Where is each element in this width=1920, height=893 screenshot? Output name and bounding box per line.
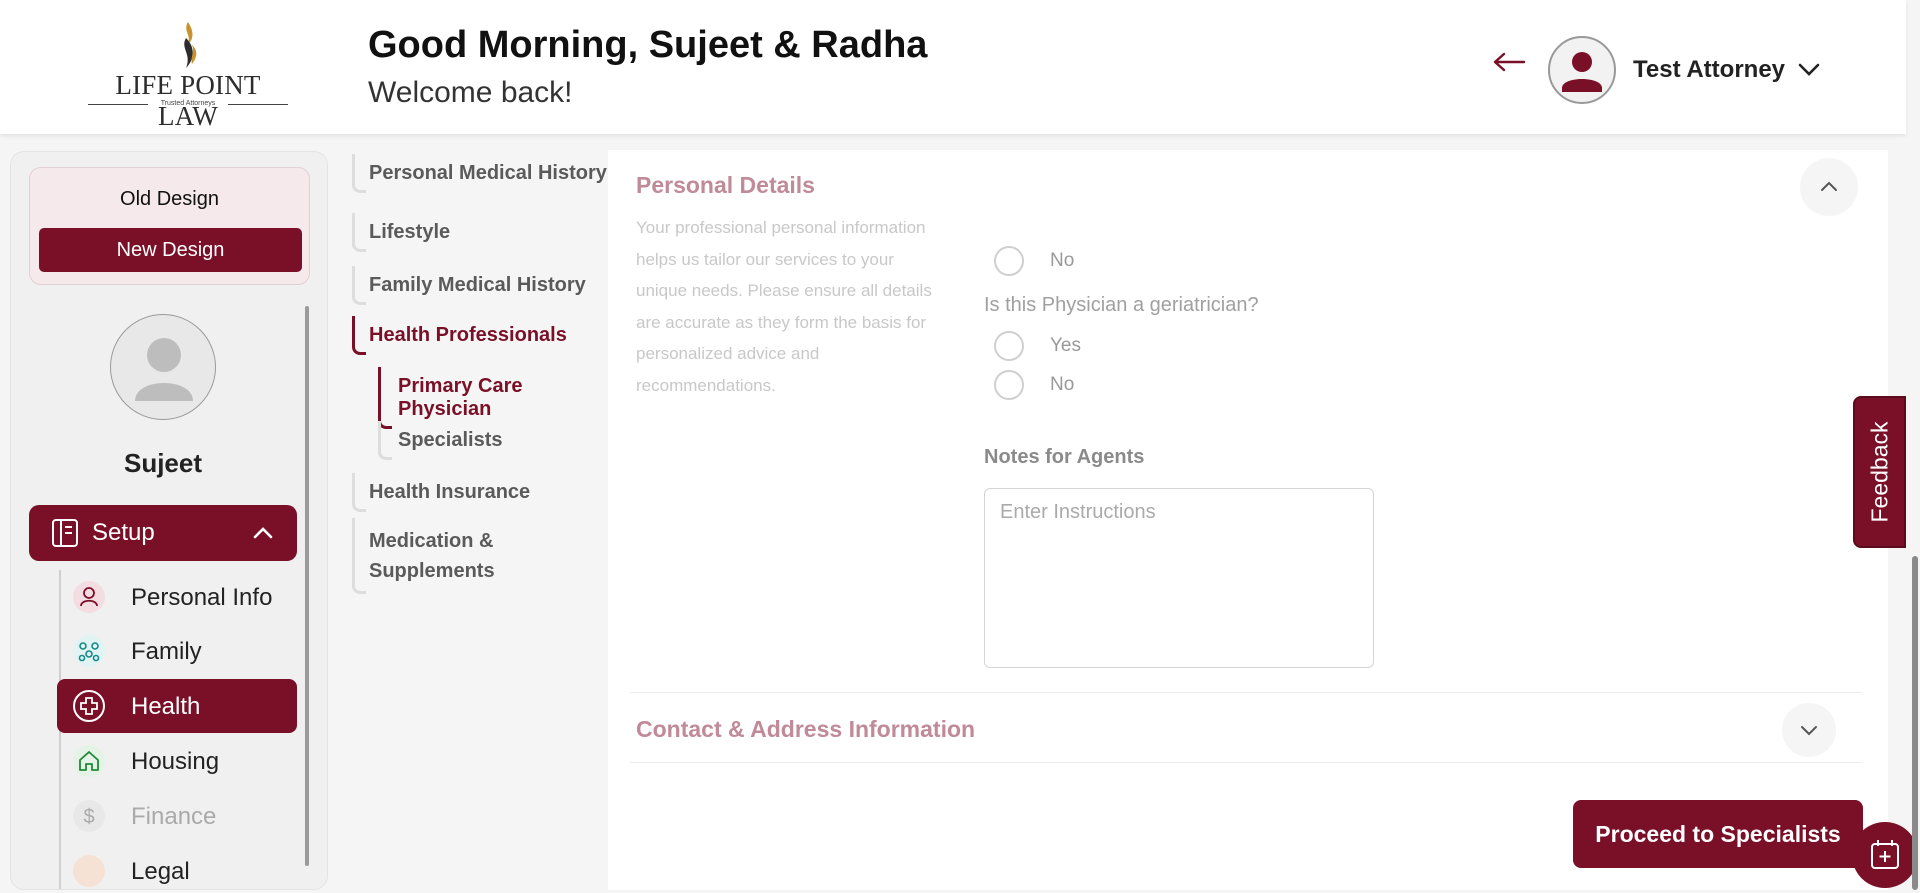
section-medication-supplements[interactable]: Medication & Supplements [348, 518, 495, 594]
logo-flame-icon [184, 22, 197, 68]
contact-address-title[interactable]: Contact & Address Information [636, 716, 975, 743]
person-icon [73, 581, 105, 613]
radio-label: Yes [1050, 335, 1081, 356]
back-arrow-icon[interactable] [1492, 50, 1526, 74]
nav-tree-connector [378, 421, 392, 460]
section-health-professionals[interactable]: Health Professionals [348, 316, 567, 355]
notes-textarea[interactable] [984, 488, 1374, 668]
chevron-down-icon[interactable] [1796, 56, 1822, 82]
section-label: Primary Care Physician [398, 375, 523, 420]
svg-text:$: $ [83, 806, 94, 828]
chevron-down-icon [1801, 726, 1817, 736]
section-personal-medical-history[interactable]: Personal Medical History [348, 154, 607, 193]
section-divider [630, 692, 1862, 693]
section-primary-care-physician[interactable]: Primary Care Physician [348, 367, 618, 429]
book-icon [52, 519, 78, 547]
page-greeting: Good Morning, Sujeet & Radha [368, 24, 928, 66]
user-name[interactable]: Test Attorney [1633, 56, 1785, 84]
legal-icon [73, 855, 105, 887]
sidebar-item-label: Legal [131, 858, 190, 885]
section-label: Health Professionals [369, 324, 567, 346]
section-health-insurance[interactable]: Health Insurance [348, 473, 531, 512]
profile-name: Sujeet [123, 448, 203, 478]
personal-details-description: Your professional personal information h… [636, 218, 932, 395]
section-label: Specialists [398, 429, 503, 451]
section-specialists[interactable]: Specialists [348, 421, 503, 460]
radio-label: No [1050, 250, 1075, 271]
chevron-up-icon [253, 527, 273, 539]
sidebar-item-label: Finance [131, 803, 217, 830]
left-sidebar: Old Design New Design Sujeet Setup Perso… [10, 151, 328, 890]
collapse-section-button[interactable] [1800, 158, 1858, 216]
feedback-tab[interactable]: Feedback [1853, 396, 1906, 548]
notes-label: Notes for Agents [984, 446, 1145, 468]
logo[interactable]: LIFE POINT LAW Trusted Attorneys [86, 20, 290, 131]
design-switcher: Old Design New Design [29, 167, 310, 285]
chevron-up-icon [1821, 181, 1837, 191]
radio-button[interactable] [994, 246, 1024, 276]
setup-section-toggle[interactable]: Setup [29, 505, 297, 561]
expand-section-button[interactable] [1782, 703, 1836, 757]
sidebar-item-personal-info[interactable]: Personal Info [57, 570, 297, 624]
section-label: Family Medical History [369, 274, 586, 296]
profile-avatar[interactable] [110, 314, 216, 420]
proceed-to-specialists-button[interactable]: Proceed to Specialists [1573, 800, 1863, 868]
sidebar-item-label: Housing [131, 748, 220, 775]
sidebar-item-family[interactable]: Family [57, 624, 297, 678]
calendar-add-icon [1871, 840, 1899, 869]
nav-tree-connector [352, 154, 366, 193]
sidebar-item-finance[interactable]: $ Finance [57, 789, 297, 843]
health-cross-icon [73, 690, 105, 722]
sidebar-item-housing[interactable]: Housing [57, 734, 297, 788]
sidebar-item-health[interactable]: Health [57, 679, 297, 733]
user-avatar-icon [1562, 52, 1602, 92]
home-icon [73, 745, 105, 777]
nav-tree-connector [352, 518, 366, 594]
sidebar-item-label: Personal Info [131, 584, 273, 611]
sidebar-item-label: Family [131, 638, 202, 665]
family-icon [73, 635, 105, 667]
section-divider [630, 762, 1862, 763]
section-label: Medication & [369, 530, 494, 552]
radio-label: No [1050, 374, 1075, 395]
personal-details-title[interactable]: Personal Details [636, 172, 815, 199]
nav-tree-connector [352, 266, 366, 305]
page-scrollbar[interactable] [1910, 152, 1920, 890]
radio-button[interactable] [994, 331, 1024, 361]
new-design-button[interactable]: New Design [39, 228, 302, 272]
nav-tree-connector [378, 367, 392, 429]
section-label: Supplements [369, 560, 495, 582]
main-form-card: Personal Details Your professional perso… [608, 150, 1888, 890]
geriatrician-question: Is this Physician a geriatrician? [984, 294, 1259, 316]
top-header: LIFE POINT LAW Trusted Attorneys Good Mo… [0, 0, 1906, 134]
setup-label: Setup [92, 519, 155, 546]
person-placeholder-icon [135, 338, 193, 401]
section-label: Personal Medical History [369, 162, 607, 184]
old-design-button[interactable]: Old Design [30, 188, 309, 211]
section-lifestyle[interactable]: Lifestyle [348, 213, 451, 252]
logo-divider [228, 104, 288, 105]
nav-tree-connector [352, 213, 366, 252]
feedback-label: Feedback [1866, 421, 1892, 523]
welcome-subtitle: Welcome back! [368, 76, 573, 109]
health-section-nav: Personal Medical History Lifestyle Famil… [348, 150, 618, 890]
section-family-medical-history[interactable]: Family Medical History [348, 266, 586, 305]
section-label: Health Insurance [369, 481, 531, 503]
radio-button[interactable] [994, 370, 1024, 400]
nav-tree-connector [352, 473, 366, 512]
section-label: Lifestyle [369, 221, 451, 243]
calendar-fab[interactable] [1852, 822, 1918, 888]
scrollbar-thumb[interactable] [1912, 556, 1918, 890]
nav-tree-connector [352, 316, 366, 355]
sidebar-scrollbar[interactable] [305, 306, 309, 866]
user-avatar[interactable] [1548, 36, 1616, 104]
sidebar-item-legal[interactable]: Legal [57, 844, 297, 889]
dollar-icon: $ [73, 800, 105, 832]
sidebar-item-label: Health [131, 693, 201, 720]
